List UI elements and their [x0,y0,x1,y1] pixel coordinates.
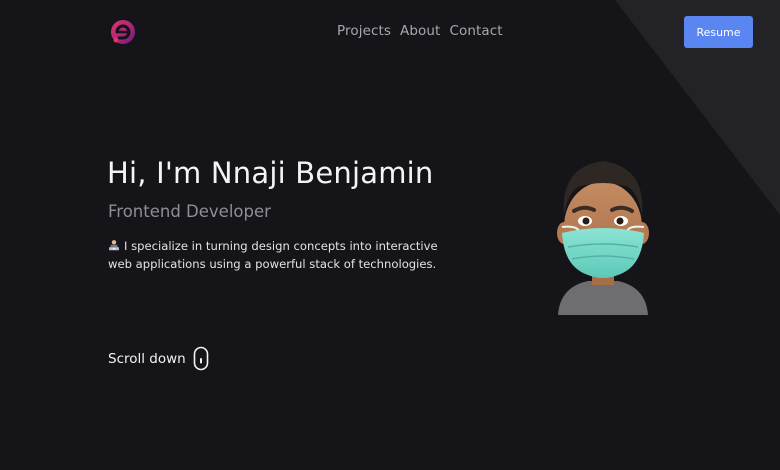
scroll-down-label: Scroll down [108,350,186,367]
technologist-emoji-icon [109,240,119,251]
nav-projects-link[interactable]: Projects [337,23,391,39]
nav-about-link[interactable]: About [400,23,440,39]
resume-button[interactable]: Resume [684,16,753,48]
portfolio-page: Projects About Contact Resume Hi, I'm Nn… [0,0,780,470]
hero-subtitle: Frontend Developer [108,202,271,221]
corner-decoration [615,0,780,215]
main-nav: Projects About Contact [337,23,503,39]
mouse-icon [193,346,209,371]
hero-description-text: I specialize in turning design concepts … [108,239,438,271]
logo-icon[interactable] [108,16,138,48]
hero-description: I specialize in turning design concepts … [108,237,453,273]
avatar-memoji [557,161,649,315]
nav-contact-link[interactable]: Contact [449,23,502,39]
hero-title: Hi, I'm Nnaji Benjamin [107,156,434,190]
scroll-down-link[interactable]: Scroll down [108,346,209,371]
